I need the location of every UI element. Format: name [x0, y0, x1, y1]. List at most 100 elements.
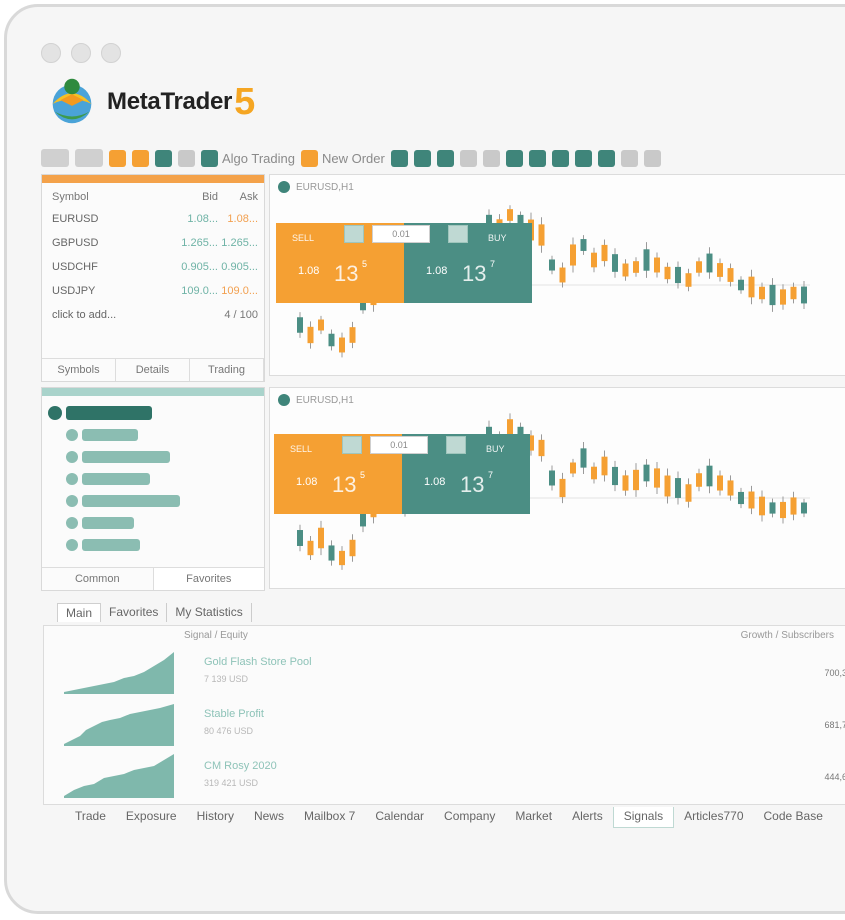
volume-increase-button[interactable] — [448, 225, 468, 243]
crosshair-icon[interactable] — [643, 149, 661, 167]
tab-news[interactable]: News — [244, 807, 294, 828]
candle-body — [654, 257, 660, 273]
folder-icon — [66, 517, 78, 529]
meta-editor-icon[interactable] — [132, 149, 149, 167]
profiles-icon[interactable] — [75, 149, 103, 167]
signal-name[interactable]: Stable Profit — [204, 708, 264, 720]
column-bid[interactable]: Bid — [170, 191, 218, 203]
candle-body — [664, 475, 671, 497]
tab-trade[interactable]: Trade — [65, 807, 116, 828]
volume-decrease-button[interactable] — [342, 436, 362, 454]
signal-row[interactable]: CM Rosy 2020 319 421 USD 444,605.x — [64, 752, 845, 798]
strategy-tester-icon[interactable] — [109, 149, 126, 167]
candle-body — [675, 478, 681, 498]
signal-row[interactable]: Gold Flash Store Pool 7 139 USD 700,301.… — [64, 648, 845, 694]
navigator-item[interactable] — [42, 512, 264, 534]
tab-mailbox[interactable]: Mailbox 7 — [294, 807, 365, 828]
candle-body — [612, 466, 618, 486]
periods-icon[interactable] — [597, 149, 615, 167]
candle-body — [738, 491, 744, 505]
folder-icon — [66, 473, 78, 485]
volume-input[interactable]: 0.01 — [370, 436, 428, 454]
navigator-item[interactable] — [42, 446, 264, 468]
navigator-item[interactable] — [42, 534, 264, 556]
symbol-row[interactable]: EURUSD 1.08... 1.08... — [42, 207, 264, 231]
tab-favorites[interactable]: Favorites — [152, 568, 264, 590]
zoom-out-icon[interactable] — [482, 149, 500, 167]
candle-body — [685, 273, 692, 287]
zoom-in-icon[interactable] — [459, 149, 477, 167]
tab-market[interactable]: Market — [505, 807, 562, 828]
chart-window[interactable]: EURUSD,H1 SELL 1.08 13 5 BUY 1.08 13 7 0… — [269, 387, 845, 589]
tab-history[interactable]: History — [187, 807, 244, 828]
navigator-item-label — [82, 429, 138, 441]
tab-symbols[interactable]: Symbols — [42, 359, 116, 381]
candle-body — [685, 484, 692, 502]
ide-icon[interactable] — [178, 149, 195, 167]
candle-body — [328, 545, 335, 561]
tab-details[interactable]: Details — [116, 359, 190, 381]
column-ask[interactable]: Ask — [218, 191, 258, 203]
templates-icon[interactable] — [620, 149, 638, 167]
new-chart-icon[interactable] — [41, 149, 69, 167]
zoom-window-button[interactable] — [101, 43, 121, 63]
tab-alerts[interactable]: Alerts — [562, 807, 613, 828]
candle-body — [307, 540, 314, 556]
algo-trading-button[interactable]: Algo Trading — [201, 149, 295, 167]
bar-chart-icon[interactable] — [390, 149, 408, 167]
volume-input[interactable]: 0.01 — [372, 225, 430, 243]
close-window-button[interactable] — [41, 43, 61, 63]
tab-my-statistics[interactable]: My Statistics — [167, 603, 252, 622]
candle-body — [612, 254, 618, 272]
tab-company[interactable]: Company — [434, 807, 505, 828]
candle-body — [633, 261, 639, 273]
symbol-row[interactable]: USDJPY 109.0... 109.0... — [42, 279, 264, 303]
main-toolbar: Algo Trading New Order — [41, 145, 845, 171]
volume-increase-button[interactable] — [446, 436, 466, 454]
tab-favorites-signals[interactable]: Favorites — [101, 603, 168, 622]
navigator-item-label — [66, 406, 152, 420]
autoscroll-icon[interactable] — [528, 149, 546, 167]
line-chart-icon[interactable] — [436, 149, 454, 167]
chart-window[interactable]: EURUSD,H1 SELL 1.08 13 5 BUY 1.08 13 7 0… — [269, 174, 845, 376]
add-symbol-row[interactable]: click to add... 4 / 100 — [42, 303, 264, 327]
column-symbol[interactable]: Symbol — [52, 191, 170, 203]
tab-main[interactable]: Main — [57, 603, 102, 622]
navigator-header-bar — [42, 388, 264, 396]
navigator-root-item[interactable] — [42, 402, 264, 424]
add-symbol-label: click to add... — [52, 309, 117, 321]
tile-windows-icon[interactable] — [505, 149, 523, 167]
signal-name[interactable]: CM Rosy 2020 — [204, 760, 277, 772]
navigator-item[interactable] — [42, 424, 264, 446]
tab-common[interactable]: Common — [42, 568, 153, 590]
tab-trading[interactable]: Trading — [190, 359, 264, 381]
navigator-icon[interactable] — [155, 149, 172, 167]
tab-calendar[interactable]: Calendar — [365, 807, 434, 828]
tab-code-base[interactable]: Code Base — [754, 807, 833, 828]
signal-name[interactable]: Gold Flash Store Pool — [204, 656, 312, 668]
sell-price-sup: 5 — [362, 259, 368, 269]
indicators-icon[interactable] — [574, 149, 592, 167]
metatrader-logo-icon — [52, 78, 92, 124]
new-order-button[interactable]: New Order — [301, 149, 385, 167]
tab-signals[interactable]: Signals — [612, 807, 675, 828]
minimize-window-button[interactable] — [71, 43, 91, 63]
candle-body — [591, 466, 597, 480]
candle-body — [769, 284, 776, 306]
buy-price-sup: 7 — [488, 470, 494, 480]
navigator-item-label — [82, 473, 150, 485]
tab-articles[interactable]: Articles770 — [674, 807, 753, 828]
navigator-item[interactable] — [42, 490, 264, 512]
candle-body — [738, 279, 744, 291]
volume-decrease-button[interactable] — [344, 225, 364, 243]
symbol-row[interactable]: USDCHF 0.905... 0.905... — [42, 255, 264, 279]
candle-body — [696, 473, 702, 487]
tab-exposure[interactable]: Exposure — [116, 807, 187, 828]
symbol-ask: 1.08... — [227, 213, 258, 225]
chart-shift-icon[interactable] — [551, 149, 569, 167]
candle-body — [297, 317, 303, 333]
navigator-item[interactable] — [42, 468, 264, 490]
candlestick-icon[interactable] — [413, 149, 431, 167]
symbol-row[interactable]: GBPUSD 1.265... 1.265... — [42, 231, 264, 255]
signal-row[interactable]: Stable Profit 80 476 USD 681,755.x — [64, 700, 845, 746]
